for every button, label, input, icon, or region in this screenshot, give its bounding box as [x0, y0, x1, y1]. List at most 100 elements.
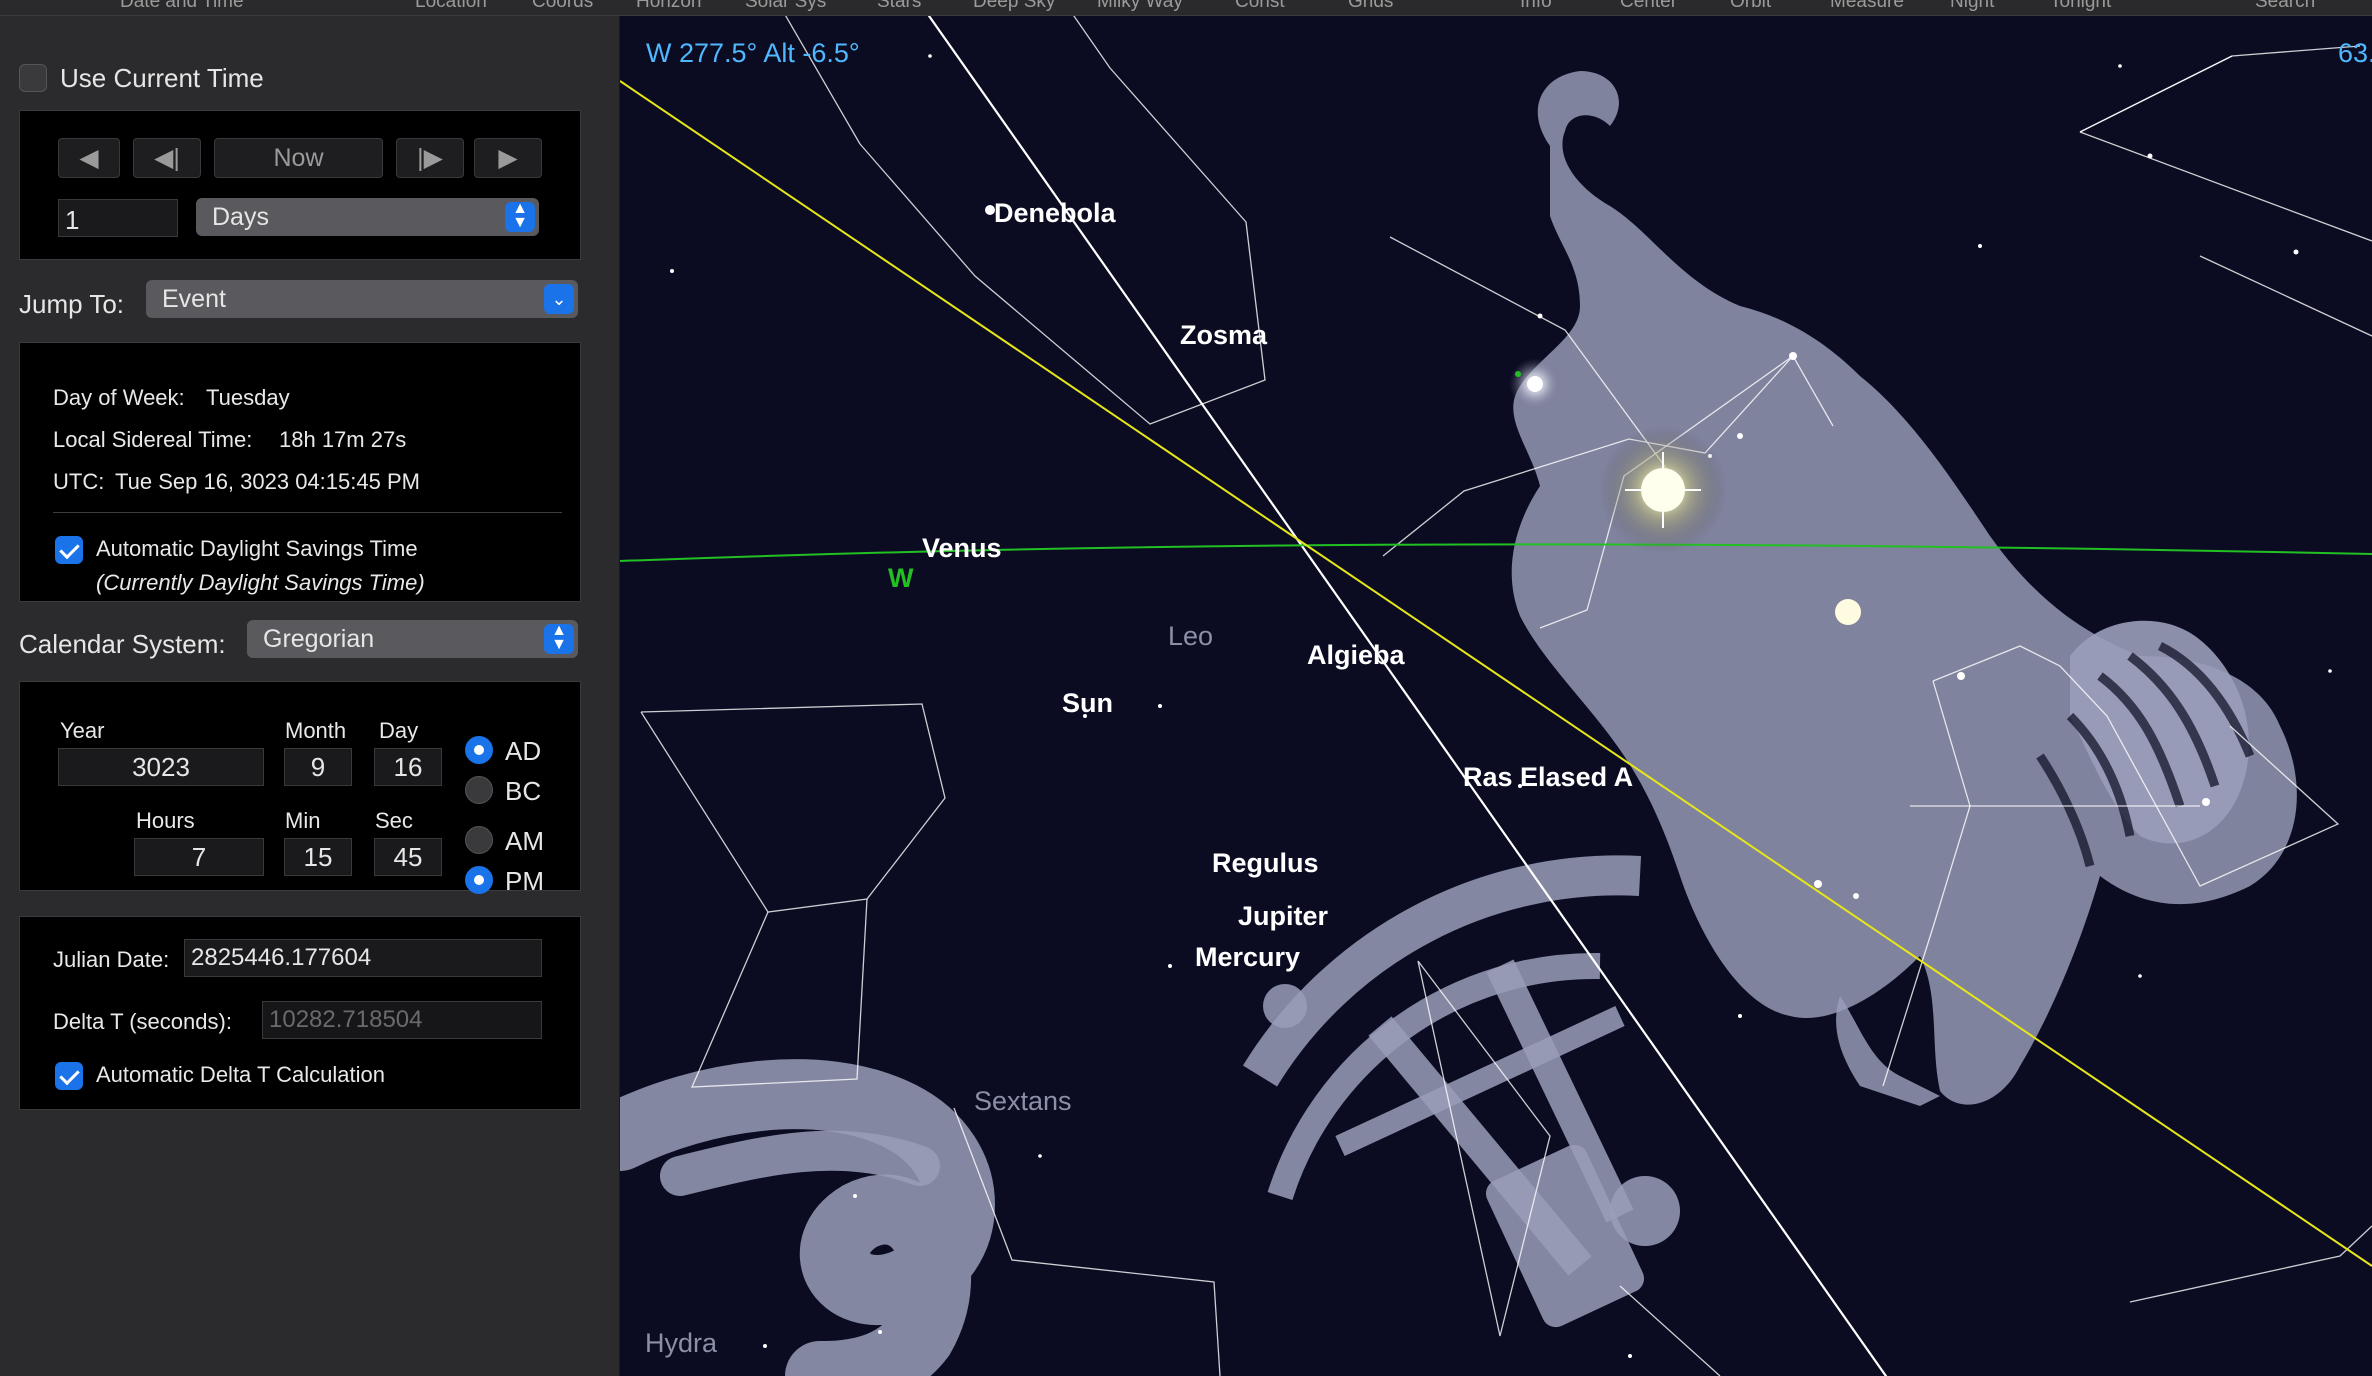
label-venus[interactable]: Venus — [922, 533, 1002, 564]
am-radio[interactable] — [465, 826, 493, 854]
star-regulus — [1814, 880, 1822, 888]
updown-chevron-icon: ▲ ▼ — [544, 623, 574, 654]
month-label: Month — [285, 718, 347, 743]
delta-t-label: Delta T (seconds): — [53, 1009, 232, 1034]
label-west: W — [888, 563, 914, 593]
julian-box: Julian Date: 2825446.177604 Delta T (sec… — [19, 916, 581, 1110]
label-zosma[interactable]: Zosma — [1180, 320, 1267, 351]
step-forward-button[interactable]: |▶ — [396, 138, 464, 178]
min-label: Min — [285, 808, 321, 833]
toolbar-item-measure[interactable]: Measure — [1830, 0, 1904, 13]
step-unit-select[interactable]: Days ▲ ▼ — [196, 198, 539, 236]
use-current-time-label: Use Current Time — [60, 63, 264, 93]
label-regulus[interactable]: Regulus — [1212, 848, 1319, 879]
sky-view[interactable]: W 277.5° Alt -6.5° 63. Denebola Zosma Ve… — [620, 16, 2372, 1376]
time-step-box: ◀ ◀| Now |▶ ▶ 1 Days ▲ ▼ — [19, 110, 581, 260]
toolbar-item-night[interactable]: Night — [1950, 0, 1994, 13]
auto-delta-t-checkbox[interactable] — [55, 1062, 83, 1090]
sec-label: Sec — [375, 808, 413, 833]
toolbar-item-grids[interactable]: Grids — [1348, 0, 1393, 13]
toolbar-item-orbit[interactable]: Orbit — [1730, 0, 1771, 13]
updown-chevron-icon: ▲ ▼ — [505, 201, 535, 232]
year-input[interactable]: 3023 — [58, 748, 264, 786]
day-input[interactable]: 16 — [374, 748, 442, 786]
step-amount-input[interactable]: 1 — [58, 199, 178, 237]
bc-radio[interactable] — [465, 776, 493, 804]
auto-dst-label: Automatic Daylight Savings Time — [96, 536, 418, 561]
step-back-fast-button[interactable]: ◀ — [58, 138, 120, 178]
year-label: Year — [60, 718, 105, 743]
info-box: Day of Week: Tuesday Local Sidereal Time… — [19, 342, 581, 602]
view-direction-readout: W 277.5° Alt -6.5° — [646, 38, 860, 68]
ad-label: AD — [505, 736, 542, 766]
julian-date-label: Julian Date: — [53, 947, 170, 972]
star-algieba — [1957, 672, 1965, 680]
utc-label: UTC: — [53, 469, 105, 494]
star-zosma — [1789, 352, 1797, 360]
lst-label: Local Sidereal Time: — [53, 427, 253, 452]
step-forward-fast-button[interactable]: ▶ — [474, 138, 542, 178]
dst-status: (Currently Daylight Savings Time) — [96, 570, 425, 595]
horizon-line — [620, 543, 2372, 562]
ad-radio[interactable] — [465, 736, 493, 764]
hours-label: Hours — [136, 808, 195, 833]
toolbar-item-deep-sky[interactable]: Deep Sky — [973, 0, 1055, 13]
toolbar-item-location[interactable]: Location — [415, 0, 487, 13]
toolbar: Date and Time Location Coords Horizon Solar … — [0, 0, 2372, 16]
label-leo[interactable]: Leo — [1168, 621, 1213, 652]
label-hydra[interactable]: Hydra — [645, 1328, 717, 1359]
hours-input[interactable]: 7 — [134, 838, 264, 876]
label-algieba[interactable]: Algieba — [1307, 640, 1405, 671]
toolbar-item-horizon[interactable]: Horizon — [636, 0, 701, 13]
pm-radio[interactable] — [465, 866, 493, 894]
toolbar-item-date-and-time[interactable]: Date and Time — [120, 0, 244, 13]
step-back-button[interactable]: ◀| — [133, 138, 201, 178]
jupiter-disk — [1835, 599, 1861, 625]
toolbar-item-stars[interactable]: Stars — [877, 0, 921, 13]
label-denebola[interactable]: Denebola — [994, 198, 1116, 229]
utc-value: Tue Sep 16, 3023 04:15:45 PM — [115, 469, 420, 494]
toolbar-item-search[interactable]: Search — [2255, 0, 2315, 13]
chevron-down-icon: ⌄ — [544, 284, 574, 314]
label-sextans[interactable]: Sextans — [974, 1086, 1072, 1117]
am-label: AM — [505, 826, 544, 856]
calendar-system-value: Gregorian — [263, 625, 375, 653]
min-input[interactable]: 15 — [284, 838, 352, 876]
label-jupiter[interactable]: Jupiter — [1238, 901, 1328, 932]
day-of-week-value: Tuesday — [206, 385, 290, 410]
info-divider — [53, 512, 562, 513]
toolbar-item-center[interactable]: Center — [1620, 0, 1677, 13]
jump-to-select[interactable]: Event ⌄ — [146, 280, 578, 318]
pm-label: PM — [505, 866, 544, 896]
label-mercury[interactable]: Mercury — [1195, 942, 1300, 973]
toolbar-item-milky-way[interactable]: Milky Way — [1097, 0, 1183, 13]
day-label: Day — [379, 718, 419, 743]
jump-to-value: Event — [162, 285, 226, 313]
delta-t-input: 10282.718504 — [262, 1001, 542, 1039]
venus-disk — [1527, 376, 1543, 392]
sun-disk — [1641, 468, 1685, 512]
date-entry-box: Year 3023 Month 9 Day 16 AD BC Hours 7 M… — [19, 681, 581, 896]
use-current-time-checkbox[interactable] — [19, 64, 47, 92]
month-input[interactable]: 9 — [284, 748, 352, 786]
west-point-marker — [1515, 371, 1521, 377]
jump-to-label: Jump To: — [19, 289, 125, 319]
julian-date-input[interactable]: 2825446.177604 — [184, 939, 542, 977]
toolbar-item-solar-sys[interactable]: Solar Sys — [745, 0, 826, 13]
field-of-view-readout: 63. — [2338, 38, 2372, 68]
auto-dst-checkbox[interactable] — [55, 536, 83, 564]
toolbar-item-tonight[interactable]: Tonight — [2050, 0, 2111, 13]
now-button[interactable]: Now — [214, 138, 383, 178]
star-ras-elased — [2202, 798, 2210, 806]
lst-value: 18h 17m 27s — [279, 427, 407, 452]
day-of-week-label: Day of Week: — [53, 385, 185, 410]
label-sun[interactable]: Sun — [1062, 688, 1113, 719]
sec-input[interactable]: 45 — [374, 838, 442, 876]
label-ras-elased[interactable]: Ras Elased A — [1463, 762, 1633, 793]
toolbar-item-info[interactable]: Info — [1520, 0, 1552, 13]
toolbar-item-coords[interactable]: Coords — [532, 0, 593, 13]
calendar-system-select[interactable]: Gregorian ▲ ▼ — [247, 620, 578, 658]
sky-canvas — [620, 16, 2372, 1376]
toolbar-item-const[interactable]: Const — [1235, 0, 1285, 13]
date-time-panel: Use Current Time ◀ ◀| Now |▶ ▶ 1 Days ▲ ▼… — [0, 16, 620, 1376]
